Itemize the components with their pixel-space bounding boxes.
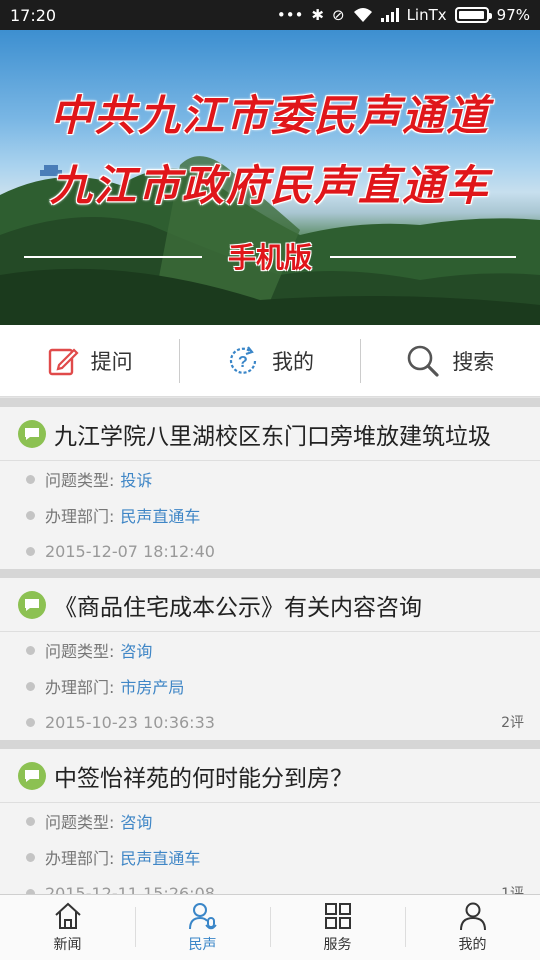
dept-label: 办理部门:: [45, 849, 115, 868]
tab-news[interactable]: 新闻: [0, 895, 135, 960]
user-icon: [459, 902, 486, 931]
wifi-icon: [353, 8, 372, 22]
battery-icon: [454, 7, 492, 23]
comment-count: 2评: [501, 715, 524, 731]
search-button[interactable]: 搜索: [361, 339, 540, 383]
tab-services[interactable]: 服务: [270, 895, 405, 960]
ask-label: 提问: [90, 349, 133, 374]
dept-value: 民声直通车: [120, 507, 201, 526]
my-questions-button[interactable]: ? 我的: [180, 339, 359, 383]
grid-icon: [324, 903, 351, 929]
type-value: 咨询: [120, 642, 153, 661]
banner-mobile-label: 手机版: [227, 241, 312, 274]
item-title: 九江学院八里湖校区东门口旁堆放建筑垃圾: [54, 423, 491, 450]
person-mic-icon: [188, 903, 217, 930]
ask-button[interactable]: 提问: [0, 339, 179, 383]
list-item[interactable]: 中签怡祥苑的何时能分到房？ 问题类型: 咨询 办理部门: 民声直通车 2015-12…: [0, 740, 540, 894]
chat-bubble-icon: [18, 419, 46, 448]
tab-label: 民声: [188, 937, 217, 953]
mute-icon: ⊘: [332, 6, 345, 24]
home-icon: [54, 902, 81, 929]
dept-label: 办理部门:: [45, 678, 115, 697]
banner-title-line1: 中共九江市委民声通道: [49, 91, 490, 140]
my-label: 我的: [271, 349, 314, 374]
list-item[interactable]: 《商品住宅成本公示》有关内容咨询 问题类型: 咨询 办理部门: 市房产局 2015-…: [0, 569, 540, 740]
banner-title-line2: 九江市政府民声直通车: [49, 161, 490, 210]
tab-minsheng[interactable]: 民声: [135, 895, 270, 960]
type-label: 问题类型:: [45, 813, 115, 832]
tab-label: 服务: [323, 937, 352, 953]
chat-bubble-icon: [18, 590, 46, 619]
search-label: 搜索: [452, 349, 495, 374]
dept-value: 市房产局: [120, 678, 185, 697]
bottom-tab-bar: 新闻 民声 服务 我的: [0, 894, 540, 960]
type-value: 咨询: [120, 813, 153, 832]
item-date: 2015-12-11 15:26:08: [45, 883, 215, 895]
type-value: 投诉: [120, 471, 153, 490]
item-title: 中签怡祥苑的何时能分到房？: [54, 765, 353, 792]
search-icon: [408, 345, 439, 377]
dept-label: 办理部门:: [45, 507, 115, 526]
signal-icon: [380, 8, 399, 22]
tab-label: 新闻: [53, 937, 82, 953]
edit-icon: [48, 347, 79, 375]
question-list: 九江学院八里湖校区东门口旁堆放建筑垃圾 问题类型: 投诉 办理部门: 民声直通车 2…: [0, 398, 540, 894]
hero-banner: 中共九江市委民声通道 九江市政府民声直通车 手机版: [0, 30, 540, 325]
chat-bubble-icon: [18, 761, 46, 790]
item-date: 2015-10-23 10:36:33: [45, 712, 215, 732]
status-time: 17:20: [10, 5, 57, 25]
battery-percent: 97%: [496, 6, 530, 24]
list-item[interactable]: 九江学院八里湖校区东门口旁堆放建筑垃圾 问题类型: 投诉 办理部门: 民声直通车 2…: [0, 398, 540, 569]
more-dots-icon: •••: [276, 6, 304, 24]
svg-text:?: ?: [238, 354, 248, 371]
status-bar: 17:20 ••• ✱ ⊘ LinTx 97%: [0, 0, 540, 30]
question-refresh-icon: ?: [229, 345, 257, 374]
tab-mine[interactable]: 我的: [405, 895, 540, 960]
item-date: 2015-12-07 18:12:40: [45, 541, 215, 561]
dept-value: 民声直通车: [120, 849, 201, 868]
action-bar: 提问 ? 我的 搜索: [0, 325, 540, 397]
item-title: 《商品住宅成本公示》有关内容咨询: [54, 594, 422, 621]
type-label: 问题类型:: [45, 471, 115, 490]
bluetooth-icon: ✱: [311, 6, 324, 24]
comment-count: 1评: [501, 886, 524, 894]
tab-label: 我的: [458, 937, 487, 953]
type-label: 问题类型:: [45, 642, 115, 661]
carrier-name: LinTx: [406, 6, 447, 24]
